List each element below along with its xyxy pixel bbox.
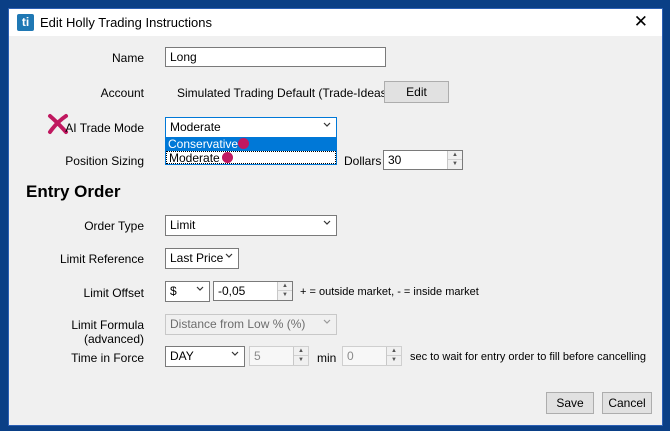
limit-offset-spin-buttons[interactable]: ▲ ▼ [277,282,292,300]
chevron-down-icon [323,319,331,324]
tif-minutes-stepper: 5 ▲ ▼ [249,346,309,366]
cancel-button[interactable]: Cancel [602,392,652,414]
tif-minutes-spin-buttons: ▲ ▼ [293,347,308,365]
marker-dot-conservative [238,138,249,149]
chevron-down-icon [323,220,331,225]
ai-trade-mode-value: Moderate [170,120,221,134]
window-title: Edit Holly Trading Instructions [40,15,212,30]
dollars-label: Dollars [344,154,382,168]
order-type-value: Limit [170,218,196,232]
order-type-label: Order Type [84,219,144,233]
tif-seconds-spin-buttons: ▲ ▼ [386,347,401,365]
chevron-down-icon [225,253,233,258]
app-logo-icon: ti [17,14,34,31]
limit-formula-value: Distance from Low % (%) [170,317,306,331]
tif-seconds-value: 0 [347,349,354,363]
limit-formula-select: Distance from Low % (%) [165,314,337,335]
option-conservative[interactable]: Conservative [166,138,336,151]
min-label: min [317,351,337,365]
time-in-force-label: Time in Force [71,351,144,365]
limit-reference-value: Last Price [170,251,224,265]
order-type-select[interactable]: Limit [165,215,337,236]
title-bar: ti Edit Holly Trading Instructions ✕ [9,9,662,36]
dollars-stepper[interactable]: 30 ▲ ▼ [383,150,463,170]
limit-reference-select[interactable]: Last Price [165,248,239,269]
limit-reference-label: Limit Reference [59,252,144,266]
limit-offset-stepper[interactable]: -0,05 ▲ ▼ [213,281,293,301]
limit-offset-unit-value: $ [170,284,177,298]
dialog-window: ti Edit Holly Trading Instructions ✕ Nam… [8,8,663,426]
seconds-hint: sec to wait for entry order to fill befo… [410,351,647,363]
ai-trade-mode-select[interactable]: Moderate [165,117,337,138]
account-edit-button[interactable]: Edit [384,81,449,103]
marker-dot-moderate [222,152,233,163]
dollars-spin-buttons[interactable]: ▲ ▼ [447,151,462,169]
time-in-force-value: DAY [170,349,194,363]
account-value: Simulated Trading Default (Trade-Ideas) [177,86,391,100]
tif-minutes-value: 5 [254,349,261,363]
name-input[interactable]: Long [165,47,386,67]
option-moderate[interactable]: Moderate [166,151,336,165]
position-sizing-label: Position Sizing [65,154,144,168]
time-in-force-select[interactable]: DAY [165,346,245,367]
limit-formula-label: Limit Formula (advanced) [71,318,144,346]
dollars-value: 30 [388,153,402,167]
ai-trade-mode-dropdown: Conservative Moderate [165,137,337,165]
chevron-down-icon [231,351,239,356]
save-button[interactable]: Save [546,392,594,414]
tif-seconds-stepper: 0 ▲ ▼ [342,346,402,366]
chevron-down-icon [323,122,331,127]
ai-trade-mode-label: AI Trade Mode [65,121,144,135]
limit-offset-label: Limit Offset [83,286,144,300]
limit-offset-unit-select[interactable]: $ [165,281,210,302]
limit-offset-hint: + = outside market, - = inside market [300,286,479,298]
name-label: Name [111,51,144,65]
chevron-down-icon [196,286,204,291]
close-icon[interactable]: ✕ [634,12,648,32]
limit-offset-value: -0,05 [218,284,246,298]
entry-order-heading: Entry Order [26,182,121,201]
account-label: Account [100,86,144,100]
